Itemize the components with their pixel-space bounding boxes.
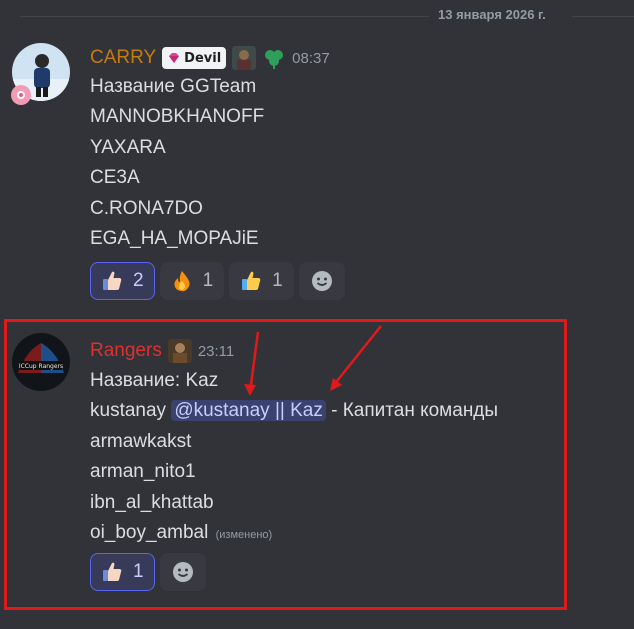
reaction-count: 2 — [133, 270, 144, 291]
add-reaction-button[interactable] — [298, 262, 345, 300]
fire-icon — [174, 271, 190, 292]
reaction-thumbs-up-light[interactable]: 2 — [90, 262, 155, 300]
username[interactable]: CARRY — [90, 47, 156, 69]
message-content: Название GGTeam MANNOBKHANOFF YAXARA CE3… — [90, 72, 264, 254]
divider-date: 13 января 2026 г. — [438, 7, 546, 22]
message-line: C.RONA7DO — [90, 197, 203, 219]
reaction-fire[interactable]: 1 — [159, 262, 225, 300]
server-tag[interactable]: Devil — [162, 47, 227, 69]
message-line: YAXARA — [90, 136, 166, 158]
reaction-thumbs-up[interactable]: 1 — [229, 262, 294, 300]
gem-icon — [169, 53, 180, 63]
thumbs-up-icon — [242, 271, 261, 290]
message-line: Название GGTeam — [90, 76, 257, 97]
message-line: MANNOBKHANOFF — [90, 106, 265, 128]
timestamp: 08:37 — [292, 49, 330, 67]
highlight-box — [4, 319, 567, 610]
smile-icon — [311, 271, 332, 291]
avatar-decoration-icon — [11, 85, 31, 105]
tag-label: Devil — [184, 50, 222, 66]
divider-line — [20, 16, 429, 17]
message-line: EGA_HA_MOPAJiE — [90, 227, 259, 249]
role-icon[interactable] — [232, 46, 257, 70]
reaction-count: 1 — [272, 270, 283, 291]
divider-line — [572, 16, 634, 17]
reactions: 2 1 1 — [90, 262, 345, 300]
thumbs-up-light-skin-icon — [103, 271, 122, 290]
clover-icon[interactable] — [262, 46, 286, 70]
message-line: CE3A — [90, 167, 140, 189]
message-header: CARRY Devil 08:37 — [90, 45, 330, 71]
reaction-count: 1 — [202, 270, 214, 291]
